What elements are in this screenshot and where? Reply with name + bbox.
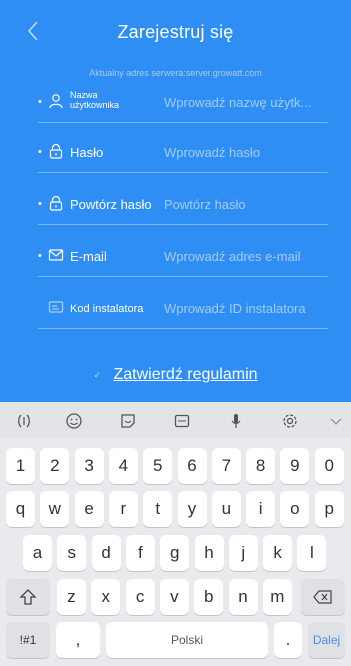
- symbols-key[interactable]: !#1: [6, 622, 50, 658]
- email-row: • E-mail: [38, 240, 328, 277]
- installer-code-input[interactable]: [164, 295, 328, 321]
- required-marker: •: [38, 250, 42, 262]
- page-title: Zarejestruj się: [117, 22, 234, 42]
- key[interactable]: u: [211, 491, 241, 527]
- key[interactable]: n: [228, 579, 258, 615]
- sticker-icon[interactable]: [118, 411, 138, 431]
- key[interactable]: 2: [40, 448, 70, 484]
- repeat-password-row: • Powtórz hasło: [38, 188, 328, 225]
- key[interactable]: l: [297, 535, 327, 571]
- key[interactable]: 9: [280, 448, 310, 484]
- email-label: E-mail: [70, 249, 107, 264]
- key[interactable]: 6: [177, 448, 207, 484]
- username-label: Nazwa użytkownika: [70, 90, 120, 110]
- backspace-key[interactable]: [301, 579, 345, 615]
- enter-key[interactable]: Dalej: [308, 622, 345, 658]
- key[interactable]: 1: [6, 448, 35, 484]
- key[interactable]: s: [57, 535, 87, 571]
- installer-code-row: Kod instalatora: [38, 292, 328, 329]
- id-card-icon: [48, 301, 64, 313]
- key[interactable]: q: [6, 491, 35, 527]
- key[interactable]: r: [108, 491, 138, 527]
- collapse-icon[interactable]: [328, 411, 344, 431]
- terms-link[interactable]: Zatwierdź regulamin: [113, 366, 257, 383]
- required-marker: •: [38, 146, 42, 158]
- key[interactable]: w: [40, 491, 70, 527]
- key[interactable]: p: [314, 491, 344, 527]
- registration-panel: Zarejestruj się Aktualny adres serwera:s…: [0, 0, 351, 402]
- key[interactable]: 5: [143, 448, 173, 484]
- cursor-icon[interactable]: [14, 411, 34, 431]
- key[interactable]: 0: [314, 448, 344, 484]
- key[interactable]: a: [23, 535, 52, 571]
- email-input[interactable]: [164, 243, 328, 269]
- key[interactable]: j: [228, 535, 258, 571]
- key[interactable]: 3: [74, 448, 104, 484]
- space-key[interactable]: Polski: [106, 622, 268, 658]
- key[interactable]: h: [194, 535, 224, 571]
- key[interactable]: 4: [108, 448, 138, 484]
- key[interactable]: 7: [211, 448, 241, 484]
- period-key[interactable]: .: [274, 622, 302, 658]
- installer-code-label: Kod instalatora: [70, 303, 144, 315]
- gif-icon[interactable]: [172, 411, 192, 431]
- key[interactable]: e: [74, 491, 104, 527]
- key[interactable]: v: [159, 579, 189, 615]
- shift-key[interactable]: [6, 579, 50, 615]
- key[interactable]: t: [143, 491, 173, 527]
- key[interactable]: o: [280, 491, 310, 527]
- username-row: • Nazwa użytkownika: [38, 86, 328, 123]
- key[interactable]: g: [160, 535, 190, 571]
- key[interactable]: z: [57, 579, 86, 615]
- username-input[interactable]: [164, 89, 328, 115]
- lock-icon: [49, 143, 63, 159]
- key[interactable]: y: [177, 491, 207, 527]
- repeat-password-input[interactable]: [164, 191, 328, 217]
- password-row: • Hasło: [38, 136, 328, 173]
- key[interactable]: 8: [246, 448, 276, 484]
- envelope-icon: [48, 249, 64, 261]
- required-marker: •: [38, 96, 42, 108]
- settings-icon[interactable]: [280, 411, 300, 431]
- key[interactable]: f: [125, 535, 155, 571]
- user-icon: [49, 94, 63, 109]
- terms-checkbox[interactable]: ✓: [93, 370, 101, 381]
- key[interactable]: c: [125, 579, 155, 615]
- keyboard-toolbar: [0, 402, 351, 439]
- lock-icon: [49, 195, 63, 211]
- microphone-icon[interactable]: [226, 411, 246, 431]
- keyboard: 1234567890 qwertyuiop asdfghjkl zxcvbnm …: [0, 438, 351, 666]
- key[interactable]: b: [194, 579, 224, 615]
- key[interactable]: k: [263, 535, 293, 571]
- password-label: Hasło: [70, 145, 104, 160]
- key[interactable]: i: [246, 491, 276, 527]
- emoji-icon[interactable]: [64, 411, 84, 431]
- repeat-password-label: Powtórz hasło: [70, 197, 152, 212]
- password-input[interactable]: [164, 139, 328, 165]
- required-marker: •: [38, 198, 42, 210]
- server-address-info: Aktualny adres serwera:server.growatt.co…: [89, 68, 262, 78]
- terms-row: ✓ Zatwierdź regulamin: [0, 366, 351, 384]
- key[interactable]: m: [262, 579, 292, 615]
- key[interactable]: x: [91, 579, 121, 615]
- key[interactable]: d: [91, 535, 121, 571]
- comma-key[interactable]: ,: [56, 622, 100, 658]
